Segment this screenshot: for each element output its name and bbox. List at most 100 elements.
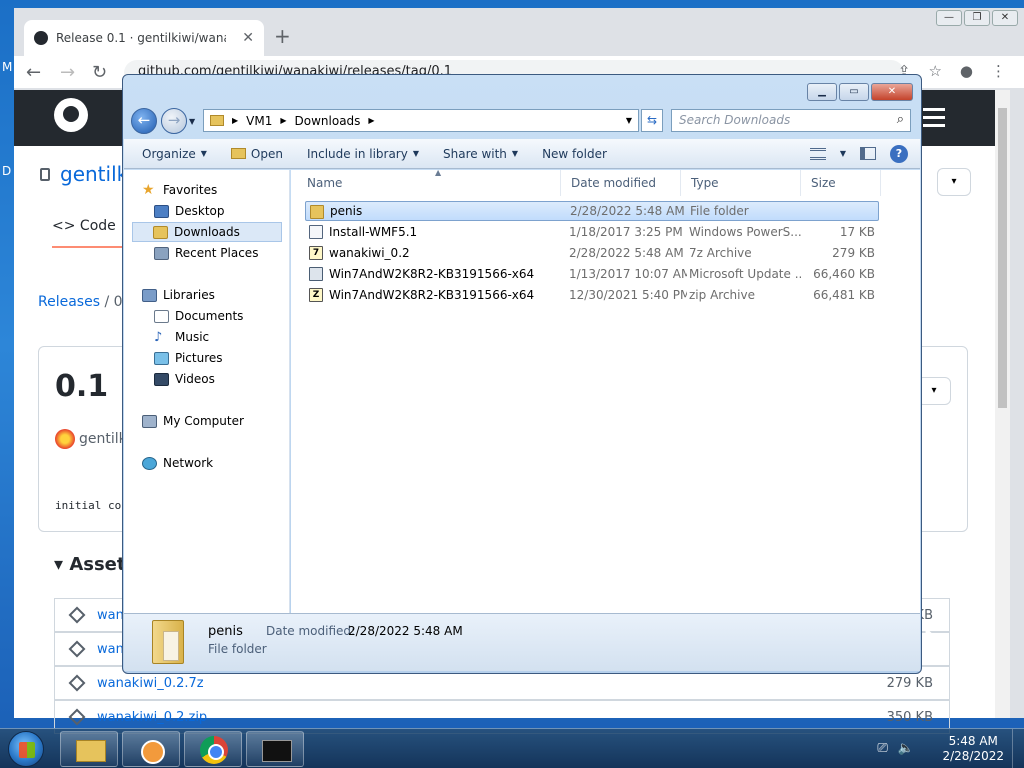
column-header-date-modified[interactable]: Date modified [561, 170, 681, 196]
nav-music[interactable]: ♪ Music [154, 327, 217, 347]
taskbar-media-player-button[interactable] [122, 731, 180, 767]
breadcrumb-downloads[interactable]: Downloads [295, 114, 361, 128]
reload-icon[interactable]: ↻ [92, 62, 107, 83]
package-icon [68, 640, 86, 658]
asset-name[interactable]: wanakiwi_0.2.7z [97, 676, 204, 691]
file-size: 66,481 KB [813, 288, 875, 302]
nav-videos[interactable]: Videos [154, 369, 223, 389]
nav-pictures[interactable]: Pictures [154, 348, 231, 368]
asset-name[interactable]: wanakiwi_0.2.zip [97, 710, 207, 725]
chevron-right-icon[interactable]: ▶ [368, 116, 374, 125]
chevron-right-icon[interactable]: ▶ [232, 116, 238, 125]
forward-button[interactable]: → [161, 108, 187, 134]
file-row[interactable]: Z Win7AndW2K8R2-KB3191566-x64 12/30/2021… [305, 285, 879, 305]
asset-name[interactable]: wan [97, 642, 124, 657]
breadcrumb-releases-link[interactable]: Releases [38, 294, 100, 310]
explorer-window-controls: ▁ ▭ ✕ [807, 83, 913, 101]
minimize-button[interactable]: — [936, 10, 962, 26]
nav-favorites[interactable]: ★ Favorites [142, 180, 225, 200]
chevron-right-icon[interactable]: ▶ [280, 116, 286, 125]
refresh-button[interactable]: ⇆ [641, 109, 663, 132]
bookmark-star-icon[interactable]: ☆ [928, 62, 941, 80]
clock[interactable]: 5:48 AM 2/28/2022 [942, 734, 1004, 764]
file-size: 279 KB [832, 246, 875, 260]
code-tab-label: Code [79, 218, 116, 234]
forward-arrow-icon[interactable]: → [60, 62, 75, 83]
nav-recent-places[interactable]: Recent Places [154, 243, 266, 263]
tab-code[interactable]: <> Code [52, 218, 116, 234]
view-options-dropdown-icon[interactable]: ▼ [840, 149, 846, 158]
explorer-close-button[interactable]: ✕ [871, 83, 913, 101]
file-row[interactable]: Win7AndW2K8R2-KB3191566-x64 1/13/2017 10… [305, 264, 879, 284]
file-row[interactable]: penis 2/28/2022 5:48 AM File folder [305, 201, 879, 221]
column-header-size[interactable]: Size [801, 170, 881, 196]
taskbar-chrome-button[interactable] [184, 731, 242, 767]
search-input[interactable]: Search Downloads ⌕ [671, 109, 911, 132]
organize-button[interactable]: Organize ▼ [124, 147, 219, 161]
nav-my-computer[interactable]: My Computer [142, 411, 252, 431]
profile-icon[interactable]: ● [960, 62, 973, 80]
desktop-edge-label: D [2, 164, 12, 178]
column-label: Size [811, 176, 836, 190]
file-name: wanakiwi_0.2 [329, 246, 410, 260]
taskbar: ⎚ 🔈 5:48 AM 2/28/2022 [0, 728, 1024, 768]
nav-libraries[interactable]: Libraries [142, 285, 223, 305]
breadcrumb-vm1[interactable]: VM1 [246, 114, 272, 128]
nav-desktop[interactable]: Desktop [154, 201, 233, 221]
hamburger-menu-icon[interactable] [923, 108, 945, 132]
address-history-dropdown-icon[interactable]: ▼ [626, 116, 632, 125]
desktop-icon [154, 204, 169, 218]
network-tray-icon[interactable]: ⎚ [877, 741, 887, 756]
explorer-maximize-button[interactable]: ▭ [839, 83, 869, 101]
file-row[interactable]: 7 wanakiwi_0.2 2/28/2022 5:48 AM 7z Arch… [305, 243, 879, 263]
release-description: initial co [55, 499, 122, 512]
file-row[interactable]: Install-WMF5.1 1/18/2017 3:25 PM Windows… [305, 222, 879, 242]
search-icon[interactable]: ⌕ [897, 112, 904, 127]
maximize-button[interactable]: ❐ [964, 10, 990, 26]
menu-kebab-icon[interactable]: ⋮ [991, 62, 1006, 80]
explorer-minimize-button[interactable]: ▁ [807, 83, 837, 101]
taskbar-explorer-button[interactable] [60, 731, 118, 767]
column-header-type[interactable]: Type [681, 170, 801, 196]
github-logo-icon[interactable] [54, 98, 88, 132]
music-icon: ♪ [154, 329, 163, 345]
show-desktop-button[interactable] [1012, 729, 1024, 768]
tab-close-icon[interactable]: ✕ [242, 30, 254, 46]
nav-network[interactable]: Network [142, 453, 221, 473]
repo-name: gentilk [60, 162, 129, 186]
github-favicon-icon [34, 31, 48, 45]
file-type: zip Archive [689, 288, 755, 302]
nav-downloads[interactable]: Downloads [132, 222, 282, 242]
open-button[interactable]: Open [219, 147, 295, 161]
change-view-icon[interactable] [809, 147, 826, 160]
help-icon[interactable]: ? [890, 144, 908, 163]
page-scrollbar[interactable] [995, 90, 1010, 718]
release-options-button[interactable]: ▾ [917, 377, 951, 405]
browser-window-controls: — ❐ ✕ [936, 10, 1018, 26]
nav-label: Pictures [175, 351, 223, 365]
back-arrow-icon[interactable]: ← [26, 62, 41, 83]
release-author[interactable]: gentilk [55, 429, 127, 449]
new-tab-button[interactable]: + [274, 24, 291, 48]
column-label: Date modified [571, 176, 657, 190]
new-folder-button[interactable]: New folder [530, 147, 619, 161]
browser-tab[interactable]: Release 0.1 · gentilkiwi/wanakiwi ✕ [24, 20, 264, 56]
address-bar[interactable]: ▶ VM1 ▶ Downloads ▶ ▼ [203, 109, 639, 132]
nav-documents[interactable]: Documents [154, 306, 251, 326]
asset-name[interactable]: wan [97, 608, 124, 623]
include-in-library-button[interactable]: Include in library ▼ [295, 147, 431, 161]
scrollbar-thumb[interactable] [998, 108, 1007, 408]
taskbar-command-prompt-button[interactable] [246, 731, 304, 767]
back-button[interactable]: ← [131, 108, 157, 134]
libraries-icon [142, 288, 157, 302]
close-button[interactable]: ✕ [992, 10, 1018, 26]
column-header-name[interactable]: Name ▲ [297, 168, 561, 196]
share-with-button[interactable]: Share with ▼ [431, 147, 530, 161]
repo-dropdown-button[interactable]: ▾ [937, 168, 971, 196]
network-icon [142, 456, 157, 470]
repo-link[interactable]: gentilk [40, 162, 128, 186]
preview-pane-icon[interactable] [860, 147, 876, 160]
start-button[interactable] [8, 731, 44, 767]
recent-pages-dropdown-icon[interactable]: ▼ [189, 117, 195, 126]
volume-icon[interactable]: 🔈 [898, 741, 914, 756]
